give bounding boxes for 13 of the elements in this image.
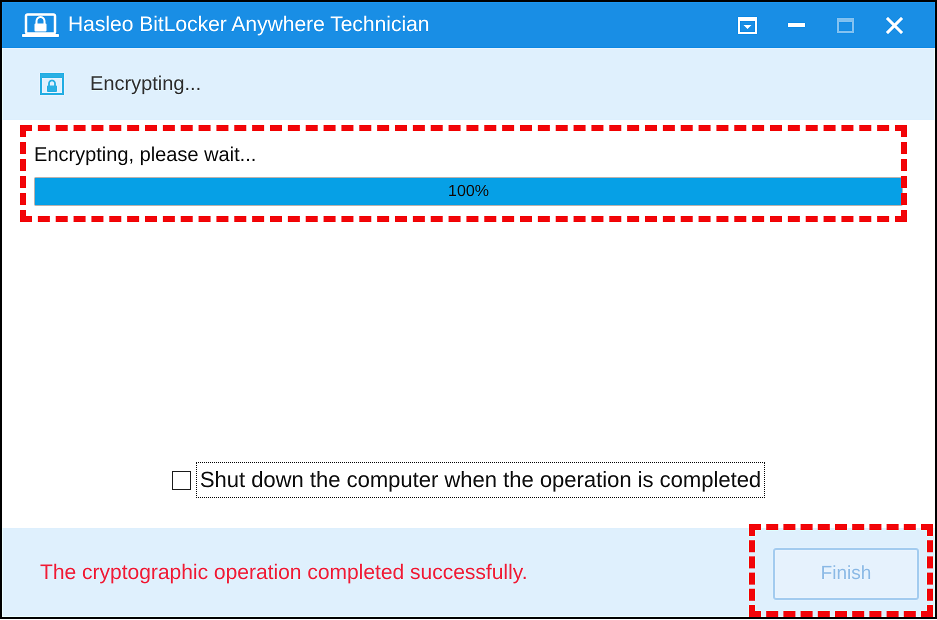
status-message: The cryptographic operation completed successfully. bbox=[40, 560, 528, 584]
window-lock-icon bbox=[40, 73, 64, 95]
window-title: Hasleo BitLocker Anywhere Technician bbox=[68, 13, 430, 37]
minimize-icon bbox=[788, 23, 805, 27]
dropdown-icon bbox=[738, 16, 757, 34]
checkbox-label[interactable]: Shut down the computer when the operation is completed bbox=[196, 462, 766, 498]
maximize-icon bbox=[837, 18, 854, 32]
close-icon bbox=[886, 16, 903, 34]
progress-percent: 100% bbox=[448, 182, 489, 200]
progress-label: Encrypting, please wait... bbox=[34, 143, 258, 167]
laptop-lock-icon bbox=[22, 12, 59, 38]
checkbox[interactable] bbox=[172, 470, 191, 490]
step-title: Encrypting... bbox=[90, 72, 202, 96]
